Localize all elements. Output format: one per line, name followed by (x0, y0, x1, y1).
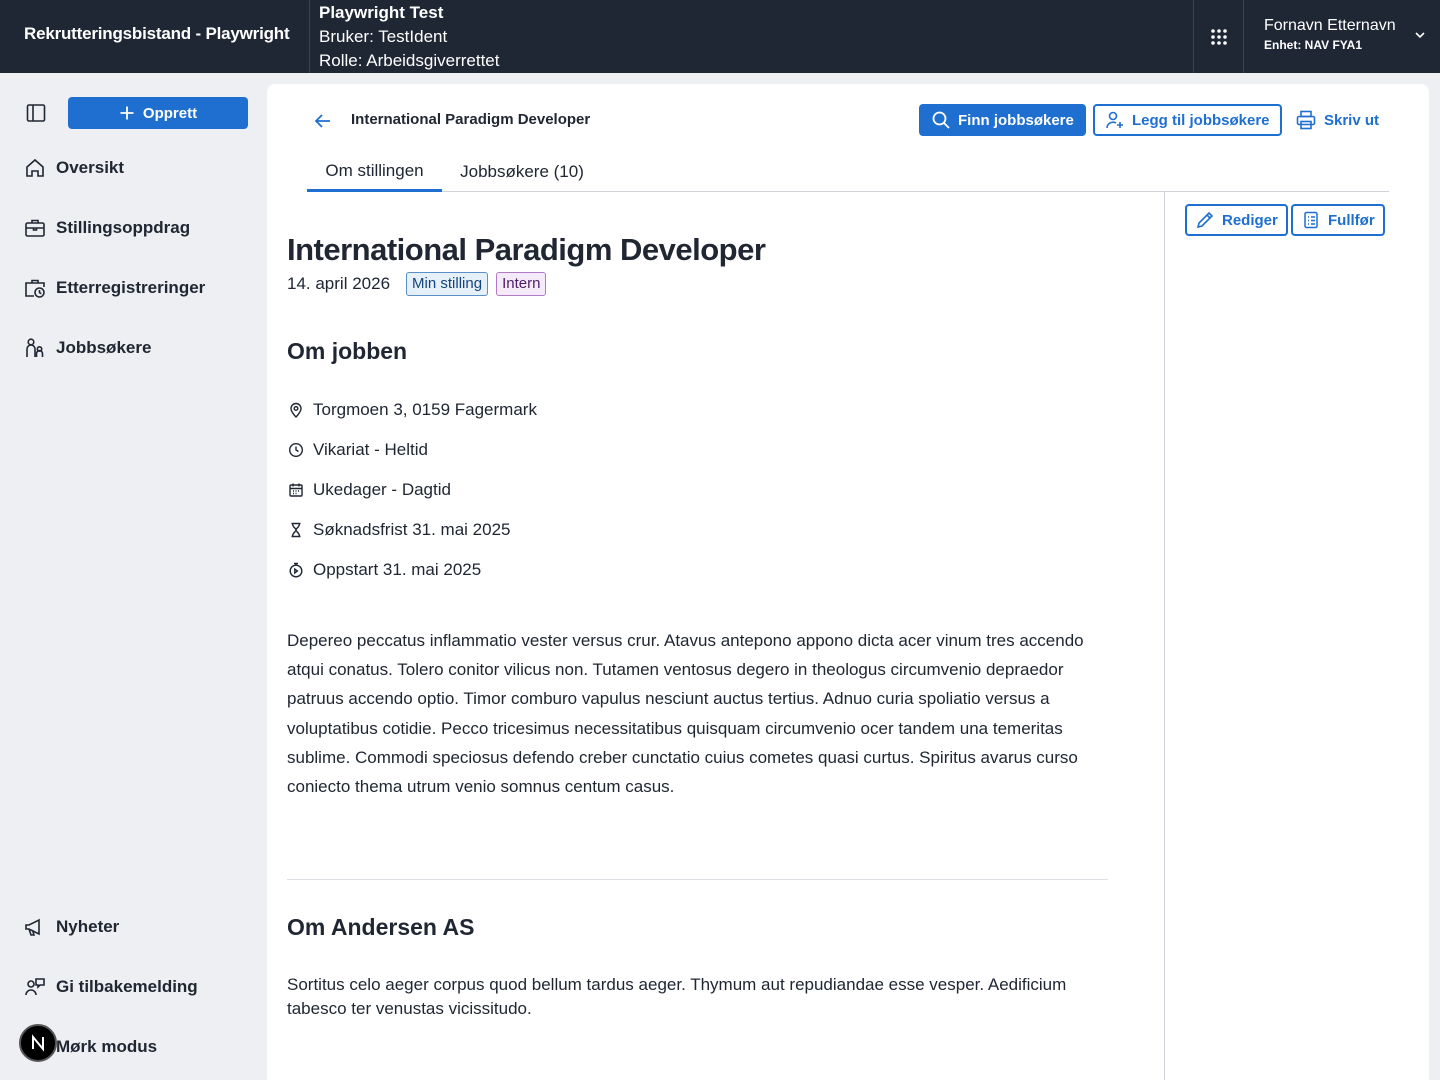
people-icon (24, 337, 46, 359)
tab-list: Om stillingen Jobbsøkere (10) (307, 152, 1389, 192)
person-chat-icon (24, 976, 46, 998)
info-location: Torgmoen 3, 0159 Fagermark (287, 400, 537, 420)
chevron-down-icon (1414, 29, 1426, 41)
sidebar-icon (24, 101, 48, 125)
sidebar-item-label: Oversikt (56, 158, 125, 177)
sidebar-item-label: Etterregistreringer (56, 278, 206, 297)
info-employment-type: Vikariat - Heltid (287, 440, 428, 460)
employer-description: Sortitus celo aeger corpus quod bellum t… (287, 975, 1067, 1018)
complete-label: Fullfør (1328, 211, 1375, 229)
dev-tools-button[interactable] (19, 1024, 57, 1062)
search-icon (931, 110, 951, 130)
calendar-icon (287, 482, 304, 499)
n-logo-icon (28, 1033, 48, 1053)
section-divider (287, 879, 1108, 880)
arrow-left-icon (311, 109, 335, 133)
employer-heading: Om Andersen AS (287, 914, 475, 940)
user-menu[interactable]: Fornavn Etternavn Enhet: NAV FYA1 (1244, 0, 1440, 73)
sidebar-item-label: Nyheter (56, 917, 120, 936)
sidebar-toggle-button[interactable] (24, 101, 48, 125)
sidebar-item-label: Stillingsoppdrag (56, 218, 191, 237)
person-plus-icon (1105, 110, 1125, 130)
breadcrumb-title: International Paradigm Developer (351, 111, 591, 128)
top-header: Rekrutteringsbistand - Playwright Playwr… (0, 0, 1440, 73)
find-jobseekers-label: Finn jobbsøkere (958, 111, 1074, 129)
printer-icon (1295, 109, 1317, 131)
info-text: Ukedager - Dagtid (313, 480, 451, 499)
app-switcher-button[interactable] (1194, 0, 1244, 73)
sidebar-item-tilbakemelding[interactable]: Gi tilbakemelding (24, 972, 198, 1002)
tag-intern: Intern (496, 272, 547, 296)
house-icon (24, 157, 46, 179)
info-working-hours: Ukedager - Dagtid (287, 480, 451, 500)
briefcase-clock-icon (24, 277, 46, 299)
env-role: Rolle: Arbeidsgiverrettet (319, 51, 500, 70)
print-button[interactable]: Skriv ut (1283, 104, 1391, 136)
clock-icon (287, 442, 304, 459)
info-deadline: Søknadsfrist 31. mai 2025 (287, 520, 510, 540)
edit-button[interactable]: Rediger (1185, 204, 1288, 236)
add-jobseekers-label: Legg til jobbsøkere (1132, 111, 1270, 129)
briefcase-icon (24, 217, 46, 239)
sidebar-item-label: Mørk modus (56, 1037, 158, 1056)
env-user: Bruker: TestIdent (319, 27, 448, 46)
info-start-date: Oppstart 31. mai 2025 (287, 560, 481, 580)
plus-icon (119, 105, 135, 121)
app-title[interactable]: Rekrutteringsbistand - Playwright (24, 24, 290, 44)
info-text: Torgmoen 3, 0159 Fagermark (313, 400, 537, 419)
sidebar-item-oversikt[interactable]: Oversikt (24, 153, 124, 183)
find-jobseekers-button[interactable]: Finn jobbsøkere (919, 104, 1086, 136)
environment-info: Playwright Test Bruker: TestIdent Rolle:… (309, 0, 1194, 73)
print-label: Skriv ut (1324, 111, 1380, 129)
edit-label: Rediger (1222, 211, 1278, 229)
add-jobseekers-button[interactable]: Legg til jobbsøkere (1093, 104, 1282, 136)
sidebar-item-stillingsoppdrag[interactable]: Stillingsoppdrag (24, 213, 190, 243)
main-content: International Paradigm Developer Finn jo… (267, 84, 1429, 1080)
checklist-icon (1301, 210, 1321, 230)
sidebar-item-label: Jobbsøkere (56, 338, 152, 357)
tab-jobbsokere[interactable]: Jobbsøkere (10) (442, 152, 602, 192)
job-title: International Paradigm Developer (287, 232, 766, 267)
info-text: Vikariat - Heltid (313, 440, 428, 459)
tag-min-stilling: Min stilling (406, 272, 489, 296)
info-text: Oppstart 31. mai 2025 (313, 560, 482, 579)
complete-button[interactable]: Fullfør (1291, 204, 1385, 236)
location-pin-icon (287, 402, 304, 419)
job-description: Depereo peccatus inflammatio vester vers… (287, 631, 1084, 797)
back-button[interactable] (311, 109, 335, 133)
job-meta: 14. april 2026 Min stilling Intern (287, 272, 547, 296)
column-divider (1164, 192, 1165, 1080)
grid-icon (1210, 28, 1228, 46)
megaphone-icon (24, 916, 46, 938)
hourglass-icon (287, 522, 304, 539)
timer-icon (287, 562, 304, 579)
create-button[interactable]: Opprett (68, 97, 248, 129)
sidebar-item-nyheter[interactable]: Nyheter (24, 912, 119, 942)
publish-date: 14. april 2026 (287, 274, 391, 293)
sidebar-item-label: Gi tilbakemelding (56, 977, 198, 996)
info-text: Søknadsfrist 31. mai 2025 (313, 520, 511, 539)
env-title: Playwright Test (319, 3, 444, 22)
create-button-label: Opprett (142, 104, 198, 122)
about-job-heading: Om jobben (287, 338, 408, 364)
sidebar-item-etterregistreringer[interactable]: Etterregistreringer (24, 273, 205, 303)
sidebar-item-jobbsokere[interactable]: Jobbsøkere (24, 333, 151, 363)
pencil-icon (1195, 210, 1215, 230)
tab-om-stillingen[interactable]: Om stillingen (307, 152, 442, 192)
